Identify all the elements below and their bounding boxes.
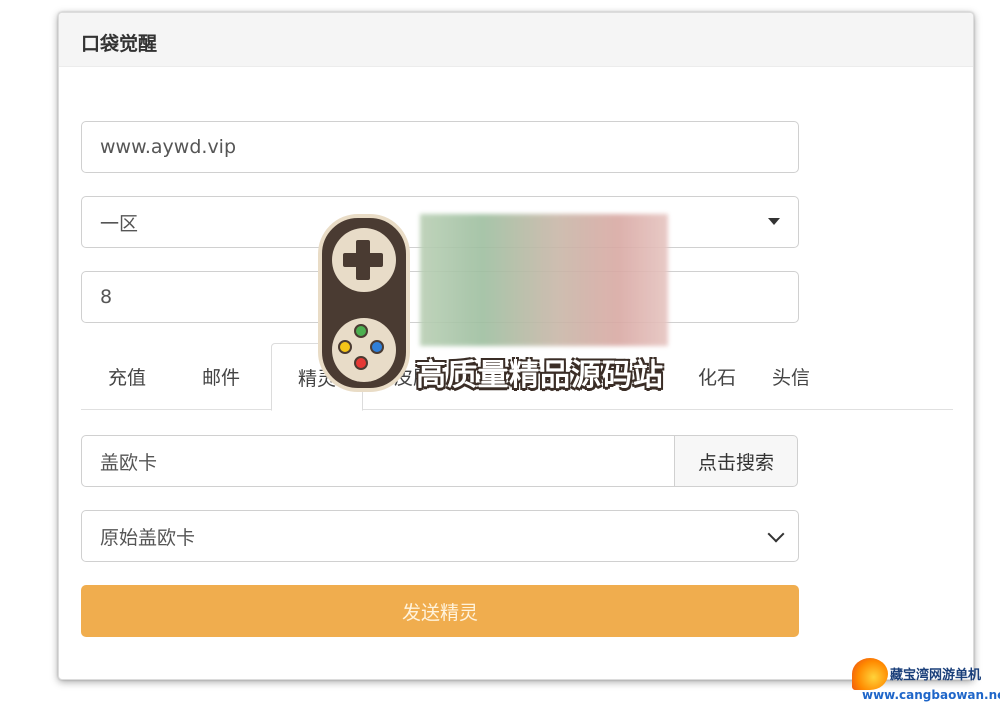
corner-watermark-logo: 藏宝湾网游单机 www.cangbaowan.net: [852, 654, 1000, 711]
search-button[interactable]: 点击搜索: [674, 435, 798, 487]
main-panel: 口袋觉醒 www.aywd.vip 一区 8 充值 邮件 精灵 皮肤 化石 头信…: [58, 12, 974, 680]
chevron-down-icon: [767, 525, 785, 543]
flame-logo-icon: [852, 658, 888, 690]
search-group: 盖欧卡 点击搜索: [81, 435, 798, 487]
search-input-value: 盖欧卡: [100, 451, 158, 474]
result-select[interactable]: 原始盖欧卡: [81, 510, 799, 562]
corner-logo-url: www.cangbaowan.net: [862, 688, 1000, 702]
gamepad-icon: [318, 214, 410, 392]
caret-down-icon: [768, 218, 780, 225]
server-select-value: 一区: [100, 212, 139, 235]
tab-mail[interactable]: 邮件: [175, 343, 267, 410]
tab-headline[interactable]: 头信: [745, 343, 837, 410]
site-input[interactable]: www.aywd.vip: [81, 121, 799, 173]
site-input-value: www.aywd.vip: [100, 136, 237, 158]
panel-title: 口袋觉醒: [59, 13, 973, 67]
blurred-banner-image: [420, 214, 668, 346]
corner-logo-name: 藏宝湾网游单机: [890, 668, 982, 683]
watermark-title: 高质量精品源码站: [416, 358, 664, 393]
role-input-value: 8: [100, 286, 113, 308]
send-pokemon-button[interactable]: 发送精灵: [81, 585, 799, 637]
result-select-value: 原始盖欧卡: [100, 526, 196, 549]
search-input[interactable]: 盖欧卡: [81, 435, 675, 487]
tab-recharge[interactable]: 充值: [81, 343, 173, 410]
